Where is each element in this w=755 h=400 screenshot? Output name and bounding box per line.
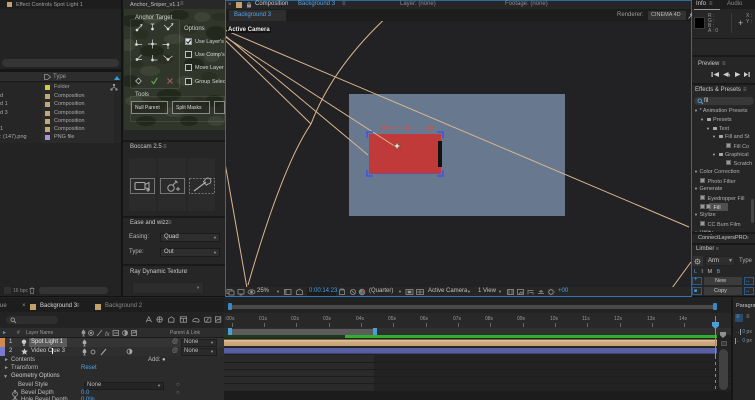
svg-text:fx: fx [105,332,111,337]
